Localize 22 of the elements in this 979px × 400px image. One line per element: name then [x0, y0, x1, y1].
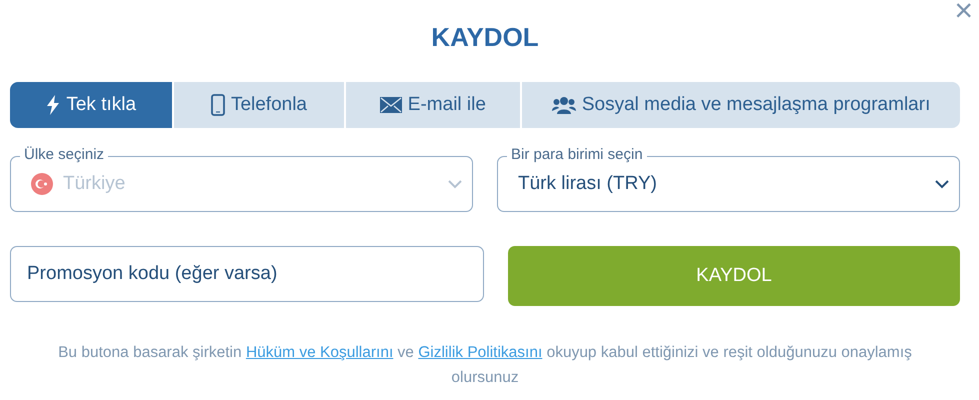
register-button[interactable]: KAYDOL: [508, 246, 960, 306]
select-value: Türkiye: [63, 173, 126, 195]
select-value: Türk lirası (TRY): [518, 173, 658, 195]
flag-icon: [31, 173, 53, 195]
close-button[interactable]: ×: [950, 0, 977, 26]
users-icon: [552, 96, 576, 114]
tab[interactable]: Telefonla: [174, 82, 344, 128]
phone-icon: [210, 94, 225, 116]
dialog-title: KAYDOL: [430, 21, 540, 54]
terms-text: Bu butona basarak şirketin Hüküm ve Koşullarını ve Gizlilik Politikasını okuyup kabul ettiğinizi ve reşit olduğunuzu onaylamış olursunuz: [57, 343, 913, 388]
chevron-down-icon: [935, 180, 949, 188]
lightning-icon: [46, 95, 60, 115]
envelope-icon: [380, 97, 402, 113]
promo-code-field[interactable]: Promosyon kodu (eğer varsa): [10, 246, 484, 302]
tab[interactable]: Tek tıkla: [10, 82, 172, 128]
terms-link[interactable]: Hüküm ve Koşullarını: [246, 344, 394, 361]
field-label: Bir para birimi seçin: [507, 146, 647, 163]
chevron-down-icon: [448, 180, 462, 188]
tab[interactable]: E-mail ile: [346, 82, 520, 128]
field-label: Ülke seçiniz: [20, 146, 108, 163]
terms-link[interactable]: Gizlilik Politikasını: [418, 344, 542, 361]
tab[interactable]: Sosyal media ve mesajlaşma programları: [522, 82, 960, 128]
